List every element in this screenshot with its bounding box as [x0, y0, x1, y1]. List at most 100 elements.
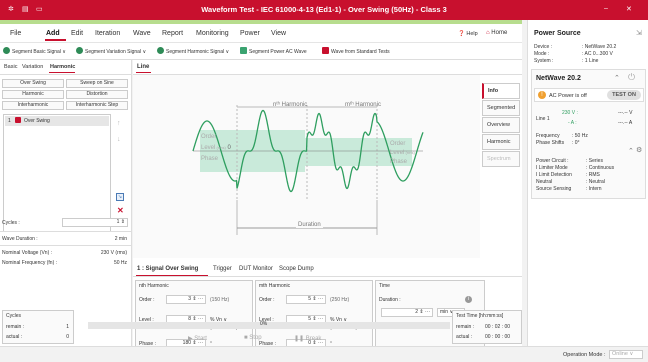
power-circuit-value: : Series [586, 158, 603, 164]
menu-add[interactable]: Add [46, 30, 60, 37]
tab-basic[interactable]: Basic [4, 64, 17, 70]
close-icon[interactable]: ✕ [626, 5, 632, 13]
cycles-label: Cycles : [2, 220, 20, 226]
wave-from-standard-button[interactable]: Wave from Standard Tests [322, 47, 390, 55]
minimize-icon[interactable]: – [604, 5, 608, 12]
cycles-value: 1 [116, 219, 120, 225]
segment-power-ac-label: Segment Power AC Wave [249, 48, 307, 55]
warning-icon: ! [538, 91, 546, 99]
tab-dut-monitor[interactable]: DUT Monitor [239, 266, 273, 272]
arrow-down-icon[interactable]: ↓ [117, 136, 121, 143]
nominal-frequency-label: Nominal Frequency (fn) : [2, 260, 58, 266]
segment-icon [3, 47, 10, 54]
power-icon[interactable]: ⏻ [628, 72, 635, 83]
segment-power-ac-button[interactable]: Segment Power AC Wave [240, 47, 307, 55]
list-item[interactable]: 1 Over Swing [5, 116, 109, 126]
test-on-toggle[interactable]: TEST ON [607, 90, 641, 100]
actual-value: 0 [66, 334, 69, 340]
menu-edit[interactable]: Edit [71, 30, 83, 37]
i-limit-detection-label: I Limit Detection [536, 172, 572, 178]
sidetab-harmonic[interactable]: Harmonic [482, 134, 520, 150]
sidetab-info[interactable]: Info [482, 83, 520, 99]
stop-icon: ■ [244, 335, 248, 341]
mth-order-value: 5 [308, 296, 312, 302]
sidetab-spectrum[interactable]: Spectrum [482, 151, 520, 167]
nth-order-label: Order : [139, 297, 155, 303]
nth-order-input[interactable]: 3 ⇕ ··· [166, 295, 206, 304]
duration-field-label: Duration : [379, 297, 401, 303]
stepper-icon[interactable]: ⇕ [192, 296, 196, 302]
checkbox-checked-icon[interactable] [15, 117, 21, 123]
tab-trigger[interactable]: Trigger [213, 266, 232, 272]
segment-list: 1 Over Swing [3, 114, 111, 232]
more-icon[interactable]: ··· [198, 296, 203, 302]
pause-icon: ❚❚ [294, 336, 305, 342]
segment-basic-button[interactable]: Segment Basic Signal ∨ [3, 47, 66, 55]
menu-monitoring[interactable]: Monitoring [196, 30, 229, 37]
tab-scope-dump[interactable]: Scope Dump [279, 266, 314, 272]
chevron-up-icon[interactable]: ⌃ [614, 74, 620, 82]
sidetab-overview[interactable]: Overview [482, 117, 520, 133]
more-icon[interactable]: ··· [318, 296, 323, 302]
arrow-up-icon[interactable]: ↑ [117, 120, 121, 127]
window-title: Waveform Test - IEC 61000-4-13 (Ed1-1) -… [201, 5, 447, 14]
progress-value: 0% [260, 321, 268, 327]
mth-order-input[interactable]: 5 ⇕ ··· [286, 295, 326, 304]
settings-icon[interactable]: ⚙ [636, 146, 642, 154]
zero-label: 0 [227, 145, 231, 151]
tab-harmonic[interactable]: Harmonic [50, 64, 75, 70]
interharmonic-button[interactable]: Interharmonic [2, 101, 64, 110]
distortion-button[interactable]: Distortion [66, 90, 128, 99]
tab-line[interactable]: Line [137, 64, 149, 70]
tab-underline [136, 72, 151, 73]
mth-order-label: Order : [259, 297, 275, 303]
operation-mode-select[interactable]: Online ∨ [609, 350, 643, 359]
segment-harmonic-label: Segment Harmonic Signal ∨ [166, 48, 230, 55]
system-label: System : [534, 58, 554, 64]
phase-label-right: Phase [390, 159, 408, 165]
menu-wave[interactable]: Wave [133, 30, 151, 37]
device-card: NetWave 20.2 ⌃ ⏻ ! AC Power is off TEST … [531, 69, 646, 199]
stepper-icon[interactable]: ⇕ [312, 296, 316, 302]
chevron-up-icon[interactable]: ⌃ [628, 147, 634, 155]
neutral-value: : Neutral [586, 179, 605, 185]
nominal-frequency-value: 50 Hz [113, 260, 127, 266]
left-panel: Basic Variation Harmonic Over Swing Swee… [0, 60, 132, 362]
home-button[interactable]: ⌂ Home [486, 30, 507, 36]
sweep-on-sine-button[interactable]: Sweep on Sine [66, 79, 128, 88]
help-button[interactable]: ❓ Help [458, 31, 478, 37]
duration-input[interactable]: 2 ⇕ ··· [381, 308, 433, 317]
segment-harmonic-button[interactable]: Segment Harmonic Signal ∨ [157, 47, 230, 55]
home-icon: ⌂ [486, 30, 490, 36]
stepper-icon[interactable]: ⇕ [419, 309, 423, 315]
collapse-icon[interactable]: ⇲ [636, 29, 642, 37]
menu-view[interactable]: View [271, 30, 286, 37]
tab-variation[interactable]: Variation [22, 64, 43, 70]
more-icon[interactable]: ··· [425, 309, 430, 315]
menu-file[interactable]: File [10, 30, 21, 37]
menu-report[interactable]: Report [162, 30, 183, 37]
menu-power[interactable]: Power [240, 30, 260, 37]
mth-harmonic-label: mᵗʰ Harmonic [345, 102, 381, 108]
menu-iteration[interactable]: Iteration [95, 30, 120, 37]
tt-actual-label: actual : [456, 334, 473, 340]
break-button[interactable]: ❚❚ Break [294, 335, 321, 342]
over-swing-button[interactable]: Over Swing [2, 79, 64, 88]
stop-button[interactable]: ■ Stop [244, 335, 262, 341]
delete-icon[interactable]: ✕ [117, 206, 124, 215]
level-label-left: Level (rms) 0 [201, 145, 231, 151]
segment-variation-button[interactable]: Segment Variation Signal ∨ [76, 47, 146, 55]
order-label-right: Order [390, 141, 406, 147]
sidetab-segmented[interactable]: Segmented [482, 100, 520, 116]
time-box-title: Time [379, 283, 390, 289]
interharmonic-step-button[interactable]: Interharmonic Step [66, 101, 128, 110]
start-button[interactable]: ▶ Start [188, 335, 207, 342]
stepper-icon[interactable]: ⇕ [121, 219, 125, 225]
add-segment-icon[interactable]: ↘ [116, 193, 124, 201]
source-sensing-label: Source Sensing [536, 186, 572, 192]
line1-label: Line 1 [536, 116, 550, 122]
info-icon[interactable]: i [465, 296, 472, 303]
harmonic-button[interactable]: Harmonic [2, 90, 64, 99]
tab-signal-over-swing[interactable]: 1 : Signal Over Swing [137, 266, 198, 272]
cycles-input[interactable]: 1 ⇕ [62, 218, 128, 227]
